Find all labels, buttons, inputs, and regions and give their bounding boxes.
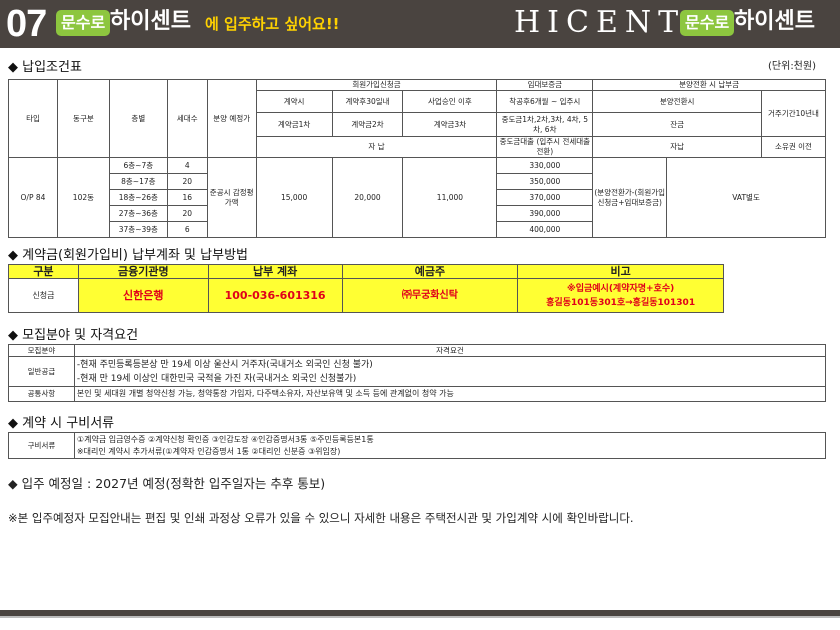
cell-division: 신청금: [8, 278, 79, 313]
header-units: 세대수: [166, 79, 208, 158]
header-account: 납부 계좌: [207, 264, 343, 279]
group-member-fee: 회원가입신청금: [255, 79, 498, 91]
remark-line-1: ※입금예시(계약자명+호수): [566, 283, 675, 294]
header-requirement: 자격요건: [73, 344, 827, 357]
section-title-payment-conditions: ◆ 납입조건표: [8, 60, 82, 75]
cell-floor: 6층~7층: [108, 157, 168, 174]
cell-lease: 330,000: [496, 157, 594, 174]
section-title-documents: ◆ 계약 시 구비서류: [8, 416, 115, 431]
cell-floor: 37층~39층: [108, 221, 168, 238]
cell-lease: 390,000: [496, 205, 594, 222]
cell-general-reqs: -현재 주민등록등본상 만 19세 이상 울산시 거주자(국내거소 외국인 신청…: [73, 356, 827, 387]
header-self-pay-2: 자납: [592, 136, 762, 158]
header-loan: 중도금대출 (입주시 전세대출전환): [496, 136, 594, 158]
header-remark: 비고: [517, 264, 724, 279]
cell-lease: 350,000: [496, 173, 594, 190]
cell-lease: 370,000: [496, 189, 594, 206]
brand-pill-left: 문수로: [56, 10, 111, 36]
header-division: 구분: [8, 264, 79, 279]
cell-floor: 8층~17층: [108, 173, 168, 190]
header-type: 타입: [8, 79, 58, 158]
cell-price: 준공시 감정평가액: [206, 157, 257, 238]
header-contract-time: 계약시: [255, 90, 333, 113]
header-mid-payments: 중도금1차,2차,3차, 4차, 5차, 6차: [496, 112, 594, 137]
header-subtitle: 에 입주하고 싶어요!!: [205, 15, 340, 33]
header-c2: 계약금2차: [331, 112, 404, 137]
cell-remark: ※입금예시(계약자명+호수) 홍길동101동301호→홍길동101301: [517, 278, 724, 313]
general-req-1: -현재 주민등록등본상 만 19세 이상 울산시 거주자(국내거소 외국인 신청…: [76, 359, 373, 370]
cell-c2: 20,000: [331, 157, 404, 238]
cell-lease: 400,000: [496, 221, 594, 238]
header-sale-time: 분양전환시: [592, 90, 762, 113]
brand-name-right: 하이센트: [734, 9, 815, 34]
cell-documents: ①계약금 입금영수증 ②계약신청 확인증 ③인감도장 ④인감증명서3통 ⑤주민등…: [73, 432, 827, 459]
cell-common-text: 본인 및 세대원 개별 청약신청 가능, 청약통장 가입자, 다주택소유자, 자…: [73, 386, 827, 402]
cell-dong: 102동: [56, 157, 110, 238]
group-lease-deposit: 임대보증금: [496, 79, 594, 91]
cell-floor: 27층~36층: [108, 205, 168, 222]
page-number: 07: [6, 3, 47, 45]
header-floor: 층별: [108, 79, 168, 158]
cell-units: 16: [166, 189, 208, 206]
brand-name-left: 하이센트: [110, 9, 191, 34]
page-header: 07 문수로 하이센트 에 입주하고 싶어요!! HICENT 문수로 하이센트: [0, 0, 840, 48]
section-title-eligibility: ◆ 모집분야 및 자격요건: [8, 328, 139, 343]
group-sale-payment: 분양전환 시 납부금: [592, 79, 826, 91]
cell-units: 4: [166, 157, 208, 174]
cell-documents-label: 구비서류: [8, 432, 75, 459]
general-req-2: -현재 만 19세 이상인 대한민국 국적을 가진 자(국내거소 외국인 신청불…: [76, 373, 357, 384]
hicent-logo: HICENT: [514, 5, 686, 40]
cell-common: 공통사항: [8, 386, 75, 402]
header-dong: 동구분: [56, 79, 110, 158]
footer-line: [0, 616, 840, 618]
header-before-transfer: 소유권 이전: [761, 136, 826, 158]
cell-c3: 11,000: [402, 157, 498, 238]
documents-line-1: ①계약금 입금영수증 ②계약신청 확인증 ③인감도장 ④인감증명서3통 ⑤주민등…: [76, 434, 374, 444]
header-c3: 계약금3차: [402, 112, 498, 137]
account-table: 구분 금융기관명 납부 계좌 예금주 비고 신청금 신한은행 100-036-6…: [8, 264, 724, 313]
remark-line-2: 홍길동101동301호→홍길동101301: [546, 297, 696, 308]
header-residence: 거주기간10년내: [761, 90, 826, 137]
header-field: 모집분야: [8, 344, 75, 357]
cell-balance: (분양전환가-(회원가입신청금+임대보증금): [592, 157, 668, 238]
disclaimer: ※본 입주예정자 모집안내는 편집 및 인쇄 과정상 오류가 있을 수 있으니 …: [8, 511, 634, 525]
cell-bank: 신한은행: [77, 278, 209, 313]
payment-conditions-table: 타입 동구분 층별 세대수 분양 예정가 회원가입신청금 임대보증금 분양전환 …: [8, 79, 826, 238]
cell-type: O/P 84: [8, 157, 58, 238]
brand-pill-right: 문수로: [680, 10, 735, 36]
header-within-30: 계약후30일내: [331, 90, 404, 113]
cell-units: 20: [166, 205, 208, 222]
cell-vat: VAT별도: [666, 157, 826, 238]
header-price: 분양 예정가: [206, 79, 257, 158]
cell-floor: 18층~26층: [108, 189, 168, 206]
documents-table: 구비서류 ①계약금 입금영수증 ②계약신청 확인증 ③인감도장 ④인감증명서3통…: [8, 432, 827, 459]
cell-account: 100-036-601316: [207, 278, 343, 313]
unit-label: (단위:천원): [768, 61, 816, 72]
eligibility-table: 모집분야 자격요건 일반공급 -현재 주민등록등본상 만 19세 이상 울산시 …: [8, 344, 827, 402]
cell-c1: 15,000: [255, 157, 333, 238]
header-balance: 잔금: [592, 112, 762, 137]
header-bank: 금융기관명: [77, 264, 209, 279]
cell-units: 20: [166, 173, 208, 190]
cell-units: 6: [166, 221, 208, 238]
cell-holder: ㈜무궁화신탁: [341, 278, 519, 313]
section-title-account: ◆ 계약금(회원가입비) 납부계좌 및 납부방법: [8, 248, 248, 263]
header-after-approval: 사업승인 이후: [402, 90, 498, 113]
header-lease-period: 착공후6개월 ~ 입주시: [496, 90, 594, 113]
header-self-pay: 자 납: [255, 136, 498, 158]
header-holder: 예금주: [341, 264, 519, 279]
header-c1: 계약금1차: [255, 112, 333, 137]
cell-general: 일반공급: [8, 356, 75, 387]
move-in-date: ◆ 입주 예정일 : 2027년 예정(정확한 입주일자는 추후 통보): [8, 476, 326, 491]
documents-line-2: ※대리인 계약시 추가서류(①계약자 인감증명서 1통 ②대리인 신분증 ③위임…: [76, 446, 341, 456]
